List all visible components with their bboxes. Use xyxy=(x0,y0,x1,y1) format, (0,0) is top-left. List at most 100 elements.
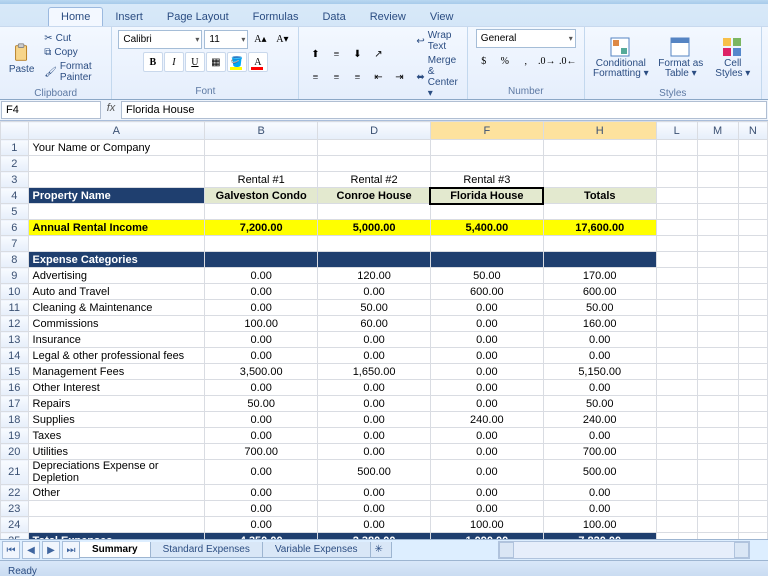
cell[interactable] xyxy=(697,268,738,284)
cell[interactable]: 500.00 xyxy=(318,460,431,485)
cell[interactable]: 0.00 xyxy=(543,501,656,517)
cell[interactable]: 17,600.00 xyxy=(543,220,656,236)
cell[interactable] xyxy=(738,380,767,396)
cell[interactable] xyxy=(543,172,656,188)
cell-styles-button[interactable]: Cell Styles ▾ xyxy=(711,29,755,87)
cell[interactable] xyxy=(656,364,697,380)
wrap-text-button[interactable]: ↩Wrap Text xyxy=(413,29,460,53)
cell[interactable]: Rental #1 xyxy=(205,172,318,188)
cell[interactable]: Florida House xyxy=(430,188,543,204)
cell[interactable]: Insurance xyxy=(28,332,205,348)
cell[interactable] xyxy=(656,188,697,204)
cell[interactable]: 0.00 xyxy=(205,501,318,517)
cell[interactable] xyxy=(656,204,697,220)
cell[interactable]: 0.00 xyxy=(318,517,431,533)
cell[interactable]: 0.00 xyxy=(318,501,431,517)
row-head-11[interactable]: 11 xyxy=(1,300,29,316)
row-head-1[interactable]: 1 xyxy=(1,140,29,156)
cell[interactable] xyxy=(697,517,738,533)
cell[interactable] xyxy=(28,501,205,517)
cell[interactable]: 0.00 xyxy=(205,460,318,485)
comma-button[interactable]: , xyxy=(516,51,536,71)
cell[interactable] xyxy=(430,204,543,220)
cell[interactable] xyxy=(656,428,697,444)
underline-button[interactable]: U xyxy=(185,52,205,72)
cell[interactable]: 120.00 xyxy=(318,268,431,284)
cell[interactable]: 160.00 xyxy=(543,316,656,332)
cell[interactable] xyxy=(738,332,767,348)
cell[interactable] xyxy=(738,252,767,268)
row-head-12[interactable]: 12 xyxy=(1,316,29,332)
cell[interactable] xyxy=(697,460,738,485)
cell[interactable] xyxy=(656,172,697,188)
cell[interactable] xyxy=(430,156,543,172)
cell[interactable]: 100.00 xyxy=(543,517,656,533)
cell[interactable] xyxy=(738,460,767,485)
cell[interactable] xyxy=(697,252,738,268)
cell[interactable]: 240.00 xyxy=(543,412,656,428)
cell[interactable]: 600.00 xyxy=(430,284,543,300)
spreadsheet-grid[interactable]: ABDFHLMN1Your Name or Company23Rental #1… xyxy=(0,121,768,539)
cell[interactable] xyxy=(430,236,543,252)
cell[interactable] xyxy=(738,428,767,444)
cell[interactable] xyxy=(656,156,697,172)
cell[interactable] xyxy=(656,501,697,517)
row-head-3[interactable]: 3 xyxy=(1,172,29,188)
cell[interactable] xyxy=(738,364,767,380)
row-head-9[interactable]: 9 xyxy=(1,268,29,284)
format-painter-button[interactable]: 🖌Format Painter xyxy=(41,60,105,84)
cell[interactable] xyxy=(738,412,767,428)
cell[interactable] xyxy=(697,428,738,444)
col-head-F[interactable]: F xyxy=(430,122,543,140)
cell[interactable]: 0.00 xyxy=(205,380,318,396)
cell[interactable] xyxy=(697,236,738,252)
cell[interactable]: 100.00 xyxy=(205,316,318,332)
cell[interactable] xyxy=(28,236,205,252)
align-top-button[interactable]: ⬆ xyxy=(305,44,325,64)
cut-button[interactable]: ✂Cut xyxy=(41,32,105,45)
row-head-8[interactable]: 8 xyxy=(1,252,29,268)
cell[interactable]: Taxes xyxy=(28,428,205,444)
cell[interactable] xyxy=(430,140,543,156)
cell[interactable] xyxy=(28,172,205,188)
cell[interactable]: 1,650.00 xyxy=(318,364,431,380)
cell[interactable] xyxy=(205,140,318,156)
cell[interactable]: 0.00 xyxy=(205,412,318,428)
cell[interactable] xyxy=(697,332,738,348)
cell[interactable]: Legal & other professional fees xyxy=(28,348,205,364)
fill-color-button[interactable]: 🪣 xyxy=(227,52,247,72)
cell[interactable]: 50.00 xyxy=(205,396,318,412)
cell[interactable]: 0.00 xyxy=(205,332,318,348)
cell[interactable] xyxy=(697,284,738,300)
cell[interactable]: 0.00 xyxy=(205,348,318,364)
sheet-tab-variable[interactable]: Variable Expenses xyxy=(262,542,371,558)
cell[interactable] xyxy=(656,444,697,460)
row-head-6[interactable]: 6 xyxy=(1,220,29,236)
cell[interactable]: 0.00 xyxy=(205,268,318,284)
cell[interactable]: Expense Categories xyxy=(28,252,205,268)
cell[interactable] xyxy=(738,501,767,517)
cell[interactable]: 0.00 xyxy=(205,485,318,501)
cell[interactable] xyxy=(738,188,767,204)
cell[interactable]: Supplies xyxy=(28,412,205,428)
shrink-font-button[interactable]: A▾ xyxy=(272,29,292,49)
sheet-nav-next[interactable]: ▶ xyxy=(42,541,60,559)
tab-view[interactable]: View xyxy=(418,8,466,26)
cell[interactable] xyxy=(738,517,767,533)
sheet-tab-summary[interactable]: Summary xyxy=(79,542,151,558)
cell[interactable] xyxy=(543,204,656,220)
cell[interactable] xyxy=(738,236,767,252)
align-center-button[interactable]: ≡ xyxy=(326,67,346,87)
cell[interactable]: 700.00 xyxy=(543,444,656,460)
cell[interactable] xyxy=(656,220,697,236)
horizontal-scrollbar[interactable] xyxy=(498,541,750,559)
cell[interactable]: Cleaning & Maintenance xyxy=(28,300,205,316)
cell[interactable]: 0.00 xyxy=(430,364,543,380)
row-head-14[interactable]: 14 xyxy=(1,348,29,364)
grow-font-button[interactable]: A▴ xyxy=(250,29,270,49)
cell[interactable] xyxy=(543,236,656,252)
cell[interactable] xyxy=(656,332,697,348)
font-size-combo[interactable]: 11 xyxy=(204,30,248,49)
cell[interactable]: 0.00 xyxy=(543,428,656,444)
cell[interactable]: 50.00 xyxy=(318,300,431,316)
